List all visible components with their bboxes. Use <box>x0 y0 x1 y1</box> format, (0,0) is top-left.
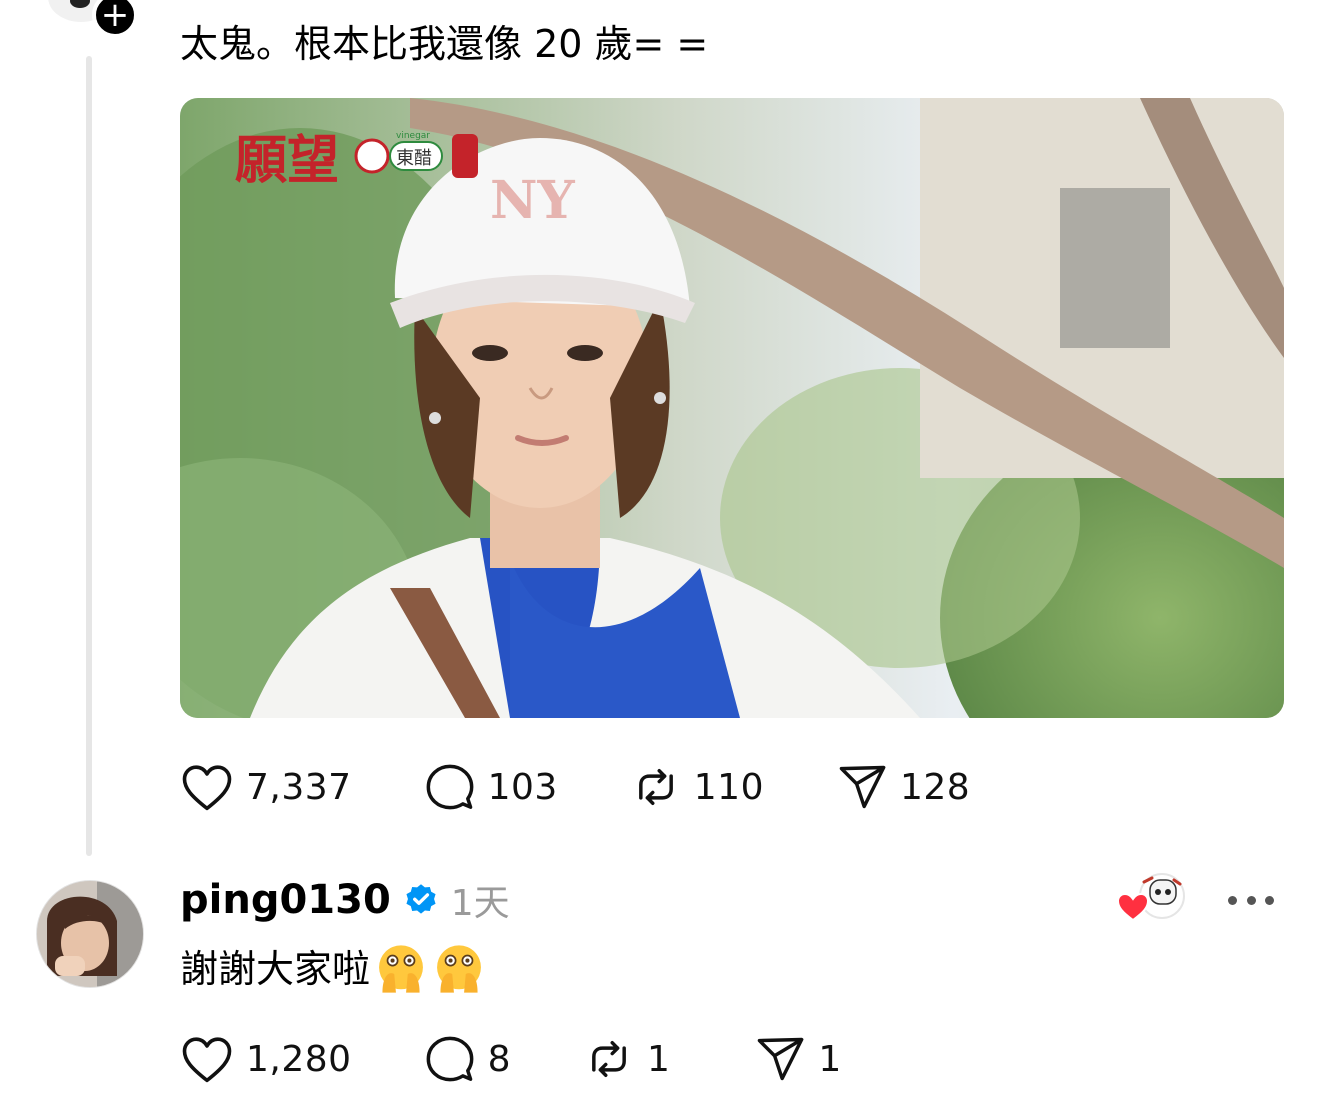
reply-share-button[interactable]: 1 <box>754 1034 841 1084</box>
send-paper-plane-icon <box>839 765 886 809</box>
heart-filled-icon <box>1116 892 1150 922</box>
thread-line <box>86 56 92 856</box>
face-with-open-eyes-and-hand-over-mouth-icon <box>379 945 423 993</box>
comment-button[interactable]: 103 <box>424 762 558 812</box>
repost-arrows-icon <box>592 1041 626 1077</box>
reply-avatar[interactable] <box>36 880 144 988</box>
reply-comment-button[interactable]: 8 <box>424 1034 511 1084</box>
speech-bubble-icon <box>426 764 473 810</box>
reply-like-count: 1,280 <box>246 1038 352 1080</box>
overlay-sponsor: 東醋 <box>396 148 432 169</box>
overlay-brand: 願望 <box>235 130 339 191</box>
post-actions: 7,337 103 110 128 <box>180 762 970 812</box>
heart-outline-icon <box>182 1037 232 1083</box>
reply-text: 謝謝大家啦 <box>180 947 371 991</box>
share-button[interactable]: 128 <box>836 762 970 812</box>
reply-repost-button[interactable]: 1 <box>583 1034 670 1084</box>
reply-text-row: 謝謝大家啦 <box>180 942 486 996</box>
comment-count: 103 <box>487 766 558 808</box>
repost-arrows-icon <box>638 769 673 805</box>
repost-count: 110 <box>693 766 764 808</box>
verified-badge-icon <box>406 884 436 914</box>
post-text: 太鬼。根本比我還像 20 歲= = <box>180 22 709 66</box>
send-paper-plane-icon <box>758 1037 804 1081</box>
post-photo[interactable]: NY 願望 東醋 vinegar <box>180 98 1284 718</box>
reply-comment-count: 8 <box>487 1038 511 1080</box>
speech-bubble-icon <box>426 1036 473 1082</box>
like-button[interactable]: 7,337 <box>180 762 352 812</box>
more-dots-icon[interactable] <box>1228 886 1274 914</box>
repost-button[interactable]: 110 <box>630 762 764 812</box>
overlay-small: vinegar <box>396 131 430 141</box>
reply-like-button[interactable]: 1,280 <box>180 1034 352 1084</box>
svg-text:NY: NY <box>490 170 576 231</box>
reply-header: ping0130 1天 <box>180 874 510 926</box>
reply-share-count: 1 <box>818 1038 842 1080</box>
face-with-open-eyes-and-hand-over-mouth-icon-2 <box>437 945 481 993</box>
like-count: 7,337 <box>246 766 352 808</box>
author-liked-badge <box>1116 872 1192 928</box>
follow-plus-icon[interactable]: + <box>92 0 138 38</box>
reply-actions: 1,280 8 1 1 <box>180 1034 842 1084</box>
reply-time: 1天 <box>450 883 510 924</box>
reply-username[interactable]: ping0130 <box>180 877 391 923</box>
share-count: 128 <box>900 766 971 808</box>
heart-outline-icon <box>182 765 232 811</box>
reply-repost-count: 1 <box>646 1038 671 1080</box>
